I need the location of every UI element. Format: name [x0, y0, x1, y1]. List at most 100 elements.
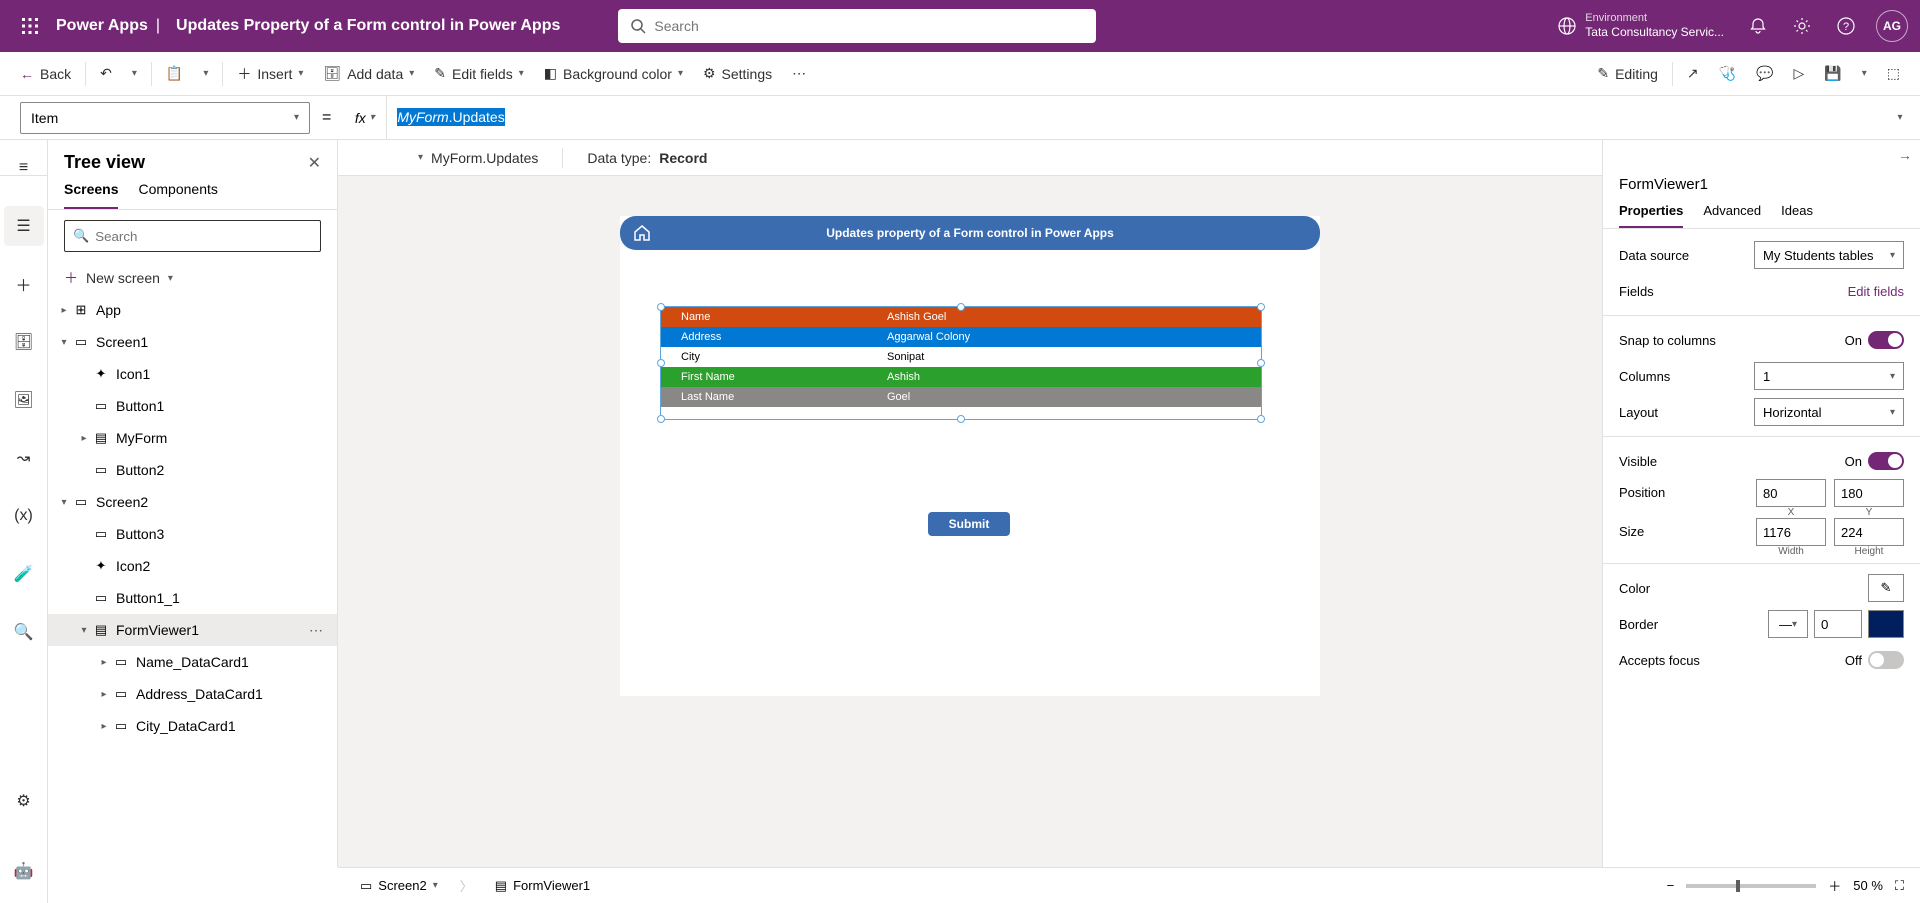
tree-item[interactable]: ▾▤FormViewer1⋯: [48, 614, 337, 646]
formula-input[interactable]: MyForm.Updates: [387, 109, 1880, 126]
add-data-button[interactable]: 🗄 Add data ▾: [315, 59, 422, 88]
tree-item[interactable]: ▭Button2: [48, 454, 337, 486]
accepts-focus-state: Off: [1845, 653, 1862, 668]
search-icon: [630, 18, 646, 34]
rail-search-icon[interactable]: 🔍: [4, 612, 44, 652]
rail-tree-icon[interactable]: ☰: [4, 206, 44, 246]
form-viewer-control[interactable]: NameAshish GoelAddressAggarwal ColonyCit…: [660, 306, 1262, 420]
back-button[interactable]: ←Back: [12, 60, 79, 88]
position-y-input[interactable]: [1834, 479, 1904, 507]
search-input[interactable]: [654, 18, 1084, 34]
tree-item[interactable]: ▭Button1: [48, 390, 337, 422]
layout-select[interactable]: Horizontal▾: [1754, 398, 1904, 426]
rail-hamburger-icon[interactable]: ≡: [4, 148, 44, 188]
tree-item[interactable]: ▸▭Name_DataCard1: [48, 646, 337, 678]
data-source-label: Data source: [1619, 248, 1689, 263]
fx-icon[interactable]: fx ▾: [343, 96, 387, 139]
insert-button[interactable]: ＋ Insert ▾: [229, 58, 311, 90]
new-screen-button[interactable]: ＋New screen▾: [48, 262, 337, 294]
size-width-input[interactable]: [1756, 518, 1826, 546]
position-x-input[interactable]: [1756, 479, 1826, 507]
tab-components[interactable]: Components: [138, 181, 217, 209]
save-menu[interactable]: ▾: [1854, 62, 1875, 85]
settings-gear-icon[interactable]: [1780, 4, 1824, 48]
rail-settings-icon[interactable]: ⚙: [4, 781, 44, 821]
snap-toggle[interactable]: [1868, 331, 1904, 349]
columns-select[interactable]: 1▾: [1754, 362, 1904, 390]
tree-item[interactable]: ▾▭Screen1: [48, 326, 337, 358]
columns-label: Columns: [1619, 369, 1670, 384]
property-selector[interactable]: Item▾: [20, 102, 310, 134]
breadcrumb-screen[interactable]: ▭ Screen2 ▾: [354, 876, 444, 896]
form-row: AddressAggarwal Colony: [661, 327, 1261, 347]
tree-item[interactable]: ▸▤MyForm: [48, 422, 337, 454]
app-name: Power Apps: [56, 17, 148, 35]
publish-button[interactable]: ⬚: [1879, 59, 1908, 88]
tree-item[interactable]: ✦Icon1: [48, 358, 337, 390]
undo-menu[interactable]: ▾: [124, 62, 145, 85]
help-icon[interactable]: ?: [1824, 4, 1868, 48]
rail-insert-icon[interactable]: ＋: [4, 264, 44, 304]
environment-switcher[interactable]: Environment Tata Consultancy Servic...: [1557, 12, 1724, 40]
border-width-input[interactable]: [1814, 610, 1862, 638]
rail-virtual-agent-icon[interactable]: 🤖: [4, 851, 44, 891]
zoom-in-button[interactable]: ＋: [1828, 876, 1841, 895]
edit-fields-button[interactable]: ✎ Edit fields ▾: [426, 59, 531, 88]
size-height-input[interactable]: [1834, 518, 1904, 546]
waffle-icon[interactable]: [12, 8, 48, 44]
tree-item[interactable]: ▭Button1_1: [48, 582, 337, 614]
tree-search-box[interactable]: 🔍: [64, 220, 321, 252]
breadcrumb-control[interactable]: ▤ FormViewer1: [489, 876, 596, 896]
props-next-icon[interactable]: →: [1898, 147, 1912, 163]
tree-item[interactable]: ✦Icon2: [48, 550, 337, 582]
tab-advanced[interactable]: Advanced: [1703, 203, 1761, 228]
more-button[interactable]: ⋯: [784, 59, 814, 88]
user-avatar[interactable]: AG: [1876, 10, 1908, 42]
tree-item[interactable]: ▾▭Screen2: [48, 486, 337, 518]
tree-item[interactable]: ▸▭Address_DataCard1: [48, 678, 337, 710]
fields-label: Fields: [1619, 284, 1654, 299]
layout-label: Layout: [1619, 405, 1658, 420]
rail-media-icon[interactable]: 🖼: [4, 380, 44, 420]
zoom-slider[interactable]: [1686, 884, 1816, 888]
tree-item[interactable]: ▭Button3: [48, 518, 337, 550]
editing-mode[interactable]: ✎ Editing: [1589, 59, 1666, 88]
border-color-picker[interactable]: [1868, 610, 1904, 638]
close-tree-icon[interactable]: ✕: [308, 153, 321, 173]
form-row: Last NameGoel: [661, 387, 1261, 407]
fit-screen-icon[interactable]: ⛶: [1895, 878, 1904, 894]
tree-item[interactable]: ▸▭City_DataCard1: [48, 710, 337, 742]
paste-menu[interactable]: ▾: [195, 62, 216, 85]
save-button[interactable]: 💾: [1816, 59, 1849, 88]
color-picker[interactable]: ✎: [1868, 574, 1904, 602]
border-style-select[interactable]: — ▾: [1768, 610, 1808, 638]
submit-button[interactable]: Submit: [928, 512, 1010, 536]
accepts-focus-toggle[interactable]: [1868, 651, 1904, 669]
tab-screens[interactable]: Screens: [64, 181, 118, 209]
visible-toggle[interactable]: [1868, 452, 1904, 470]
data-source-select[interactable]: My Students tables▾: [1754, 241, 1904, 269]
tree-search-input[interactable]: [95, 229, 312, 244]
edit-fields-link[interactable]: Edit fields: [1848, 284, 1904, 299]
preview-button[interactable]: ▷: [1786, 59, 1813, 88]
rail-data-icon[interactable]: 🗄: [4, 322, 44, 362]
rail-variables-icon[interactable]: (x): [4, 496, 44, 536]
paste-button[interactable]: 📋: [158, 59, 191, 88]
formula-result-expr[interactable]: ▾ MyForm.Updates: [418, 150, 538, 166]
zoom-out-button[interactable]: −: [1667, 878, 1675, 893]
undo-button[interactable]: ↶: [92, 59, 120, 88]
rail-flows-icon[interactable]: ↝: [4, 438, 44, 478]
background-color-button[interactable]: ◧ Background color ▾: [536, 59, 691, 88]
tree-item[interactable]: ▸⊞App: [48, 294, 337, 326]
settings-button[interactable]: ⚙ Settings: [695, 59, 780, 88]
comments-button[interactable]: 💬: [1748, 59, 1781, 88]
rail-tests-icon[interactable]: 🧪: [4, 554, 44, 594]
app-checker-button[interactable]: 🩺: [1711, 59, 1744, 88]
canvas-header: Updates property of a Form control in Po…: [620, 216, 1320, 250]
global-search[interactable]: [618, 9, 1096, 43]
tab-ideas[interactable]: Ideas: [1781, 203, 1813, 228]
share-button[interactable]: ↗: [1679, 59, 1707, 88]
expand-formula-icon[interactable]: ▾: [1880, 112, 1920, 123]
tab-properties[interactable]: Properties: [1619, 203, 1683, 228]
notifications-icon[interactable]: [1736, 4, 1780, 48]
